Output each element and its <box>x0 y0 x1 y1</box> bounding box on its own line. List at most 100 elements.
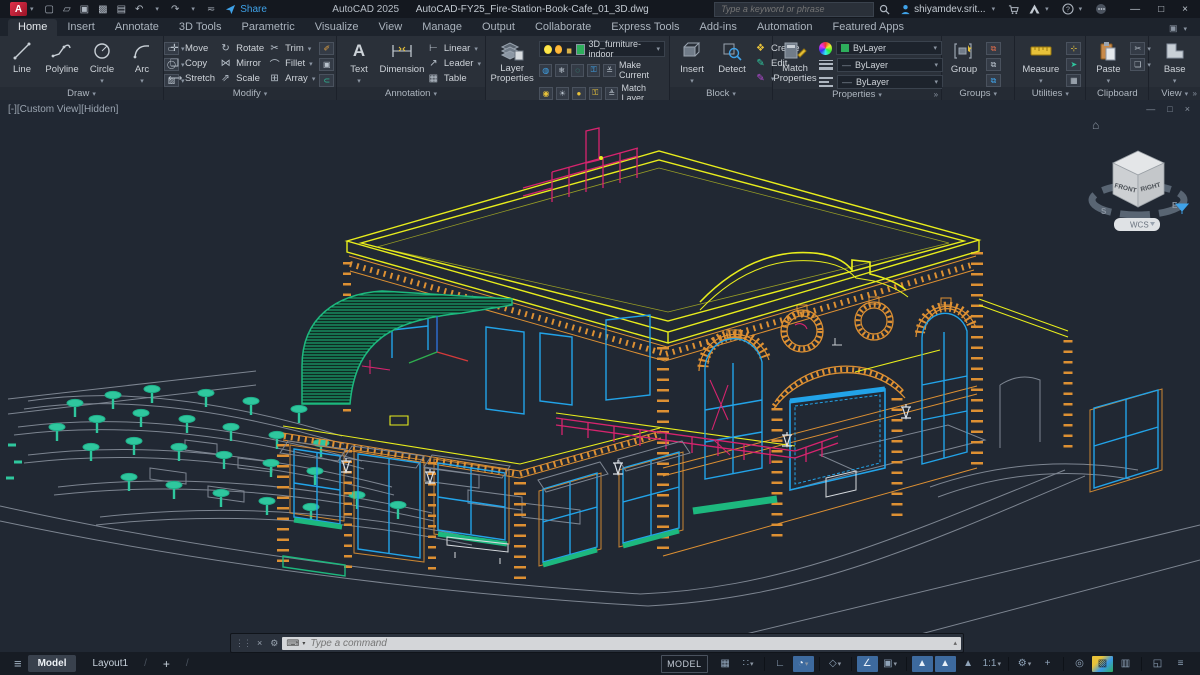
new-layout-button[interactable]: + <box>153 654 180 674</box>
command-input-wrap[interactable]: ⌨ ▾ ▴ <box>282 636 961 650</box>
polar-tracking-toggle[interactable]: ◔ ▾ <box>792 655 814 672</box>
view-expand-icon[interactable]: » <box>1193 89 1197 98</box>
tab-add-ins[interactable]: Add-ins <box>690 19 747 36</box>
isolate-layer-icon[interactable]: ◍ <box>539 63 553 77</box>
viewport-controls[interactable]: [-][Custom View][Hidden] <box>8 104 118 115</box>
join-icon[interactable]: ⊂ <box>319 74 335 87</box>
ungroup-icon[interactable]: ⧉ <box>986 42 1002 55</box>
undo-dropdown-icon[interactable]: ▾ <box>155 5 159 13</box>
isometric-drafting-toggle[interactable]: ◇ ▾ <box>825 656 846 672</box>
tab-view[interactable]: View <box>369 19 413 36</box>
panel-block-footer[interactable]: Block ▾ <box>670 87 773 100</box>
tab-automation[interactable]: Automation <box>747 19 823 36</box>
linear-button[interactable]: ⊢ Linear ▾ <box>427 41 481 56</box>
insert-block-button[interactable]: Insert ▾ <box>674 39 710 86</box>
properties-expand-icon[interactable]: » <box>934 90 938 99</box>
command-customize-icon[interactable]: ⚙ <box>270 638 278 649</box>
redo-dropdown-icon[interactable]: ▾ <box>191 5 195 13</box>
tab-annotate[interactable]: Annotate <box>105 19 169 36</box>
tab-output[interactable]: Output <box>472 19 525 36</box>
tab-collaborate[interactable]: Collaborate <box>525 19 601 36</box>
panel-groups-footer[interactable]: Groups ▾ <box>942 87 1015 100</box>
model-tab[interactable]: Model <box>27 655 77 672</box>
match-layer-icon[interactable]: ≜ <box>605 86 619 100</box>
autocad-logo[interactable]: A <box>10 2 27 16</box>
viewcube-home-icon[interactable]: ⌂ <box>1092 118 1099 132</box>
tab-visualize[interactable]: Visualize <box>305 19 369 36</box>
leader-button[interactable]: ↗ Leader ▾ <box>427 56 481 71</box>
off-layer-icon[interactable]: ◌ <box>571 63 585 77</box>
base-button[interactable]: Base ▾ <box>1157 39 1193 86</box>
make-current-icon[interactable]: ≚ <box>603 63 617 77</box>
redo-icon[interactable]: ↷ <box>171 4 179 15</box>
help-button[interactable]: ? ▾ <box>1062 3 1086 15</box>
dimension-button[interactable]: Dimension <box>380 39 424 76</box>
compass-south-label[interactable]: S <box>1101 207 1107 216</box>
linetype-icon[interactable] <box>819 77 834 87</box>
close-button[interactable]: × <box>1182 4 1188 15</box>
autodesk-account-button[interactable]: ▾ <box>1029 4 1052 14</box>
user-account-button[interactable]: shiyamdev.srit... ▾ <box>900 4 998 15</box>
mirror-button[interactable]: ⋈ Mirror <box>219 56 264 71</box>
save-as-icon[interactable]: ▩ <box>98 4 107 15</box>
quick-select-icon[interactable]: ➤ <box>1066 58 1082 71</box>
snap-toggle[interactable]: ∷ ▾ <box>738 656 759 672</box>
unisolate-layer-icon[interactable]: ◉ <box>539 86 553 100</box>
object-snap-toggle[interactable]: ▣ ▾ <box>880 656 901 672</box>
annotation-monitor-button[interactable]: + <box>1037 656 1058 672</box>
layer-properties-button[interactable]: Layer Properties <box>490 39 534 85</box>
cut-icon[interactable]: ✂ <box>1130 42 1146 55</box>
group-button[interactable]: Group <box>946 39 982 76</box>
arc-dropdown-icon[interactable]: ▾ <box>140 77 144 85</box>
arc-button[interactable]: Arc ▾ <box>124 39 160 86</box>
annotation-scale-value[interactable]: 1:1 ▾ <box>981 656 1003 672</box>
ucs-icon[interactable] <box>408 316 469 364</box>
paste-button[interactable]: Paste ▾ <box>1090 39 1126 86</box>
workspace-switching-button[interactable]: ⚙ ▾ <box>1014 656 1035 672</box>
scale-button[interactable]: ⇗ Scale <box>219 71 264 86</box>
lock-layer-icon[interactable]: ⚿ <box>587 63 601 77</box>
layer-dropdown[interactable]: 3D_furniture-indoor ▾ <box>539 39 666 59</box>
object-snap-tracking-toggle[interactable]: ∠ <box>856 655 878 672</box>
model-space-toggle[interactable]: MODEL <box>661 654 708 673</box>
freeze-layer-icon[interactable]: ❄ <box>555 63 569 77</box>
object-color-dropdown[interactable]: ByLayer ▾ <box>836 41 943 55</box>
tab-parametric[interactable]: Parametric <box>232 19 305 36</box>
explode-icon[interactable]: ▣ <box>319 58 335 71</box>
copy-clip-icon[interactable]: ❏ <box>1130 58 1146 71</box>
circle-button[interactable]: Circle ▾ <box>84 39 120 86</box>
doc-restore-button[interactable]: □ <box>1167 104 1172 114</box>
panel-view-footer[interactable]: View ▾» <box>1149 87 1200 100</box>
command-line-bar[interactable]: ⋮⋮ × ⚙ ⌨ ▾ ▴ <box>230 633 964 653</box>
copy-button[interactable]: ❏ Copy <box>168 56 215 71</box>
command-drag-handle[interactable]: ⋮⋮ <box>235 638 252 649</box>
command-input[interactable] <box>308 636 951 650</box>
doc-minimize-button[interactable]: — <box>1146 104 1155 114</box>
panel-draw-footer[interactable]: Draw ▾ <box>0 87 163 100</box>
linetype-dropdown[interactable]: –– ByLayer ▾ <box>837 75 944 89</box>
undo-icon[interactable]: ↶ <box>135 4 143 15</box>
plot-icon[interactable]: ▤ <box>117 4 126 15</box>
new-file-icon[interactable]: ▢ <box>45 4 54 15</box>
drawing-canvas[interactable]: [-][Custom View][Hidden] — □ × ⌂ FRONT R… <box>0 100 1200 653</box>
text-button[interactable]: A Text ▾ <box>341 39 377 86</box>
stretch-button[interactable]: ⟷ Stretch <box>168 71 215 86</box>
rotate-button[interactable]: ↻ Rotate <box>219 41 264 56</box>
fullscreen-button[interactable]: ◱ <box>1147 656 1168 672</box>
search-icon[interactable] <box>879 4 890 15</box>
open-file-icon[interactable]: ▱ <box>63 4 71 15</box>
fillet-button[interactable]: ⌒ Fillet ▾ <box>268 56 315 71</box>
tab-insert[interactable]: Insert <box>57 19 105 36</box>
tab-home[interactable]: Home <box>8 19 58 36</box>
thaw-layer-icon[interactable]: ☀ <box>555 86 570 100</box>
grid-toggle[interactable]: ▦ <box>715 656 736 672</box>
make-current-label[interactable]: Make Current <box>619 60 665 80</box>
model-viewport[interactable]: ⌂ FRONT RIGHT S E WCS <box>0 100 1200 652</box>
tab-3d-tools[interactable]: 3D Tools <box>169 19 232 36</box>
viewcube[interactable]: ⌂ FRONT RIGHT S E WCS <box>1088 118 1190 231</box>
ortho-toggle[interactable]: ∟ <box>770 656 791 672</box>
panel-annotation-footer[interactable]: Annotation ▾ <box>337 87 485 100</box>
store-cart-icon[interactable] <box>1008 4 1019 15</box>
annotation-visibility-toggle[interactable]: ▲ <box>911 655 933 672</box>
search-box[interactable] <box>714 1 875 17</box>
